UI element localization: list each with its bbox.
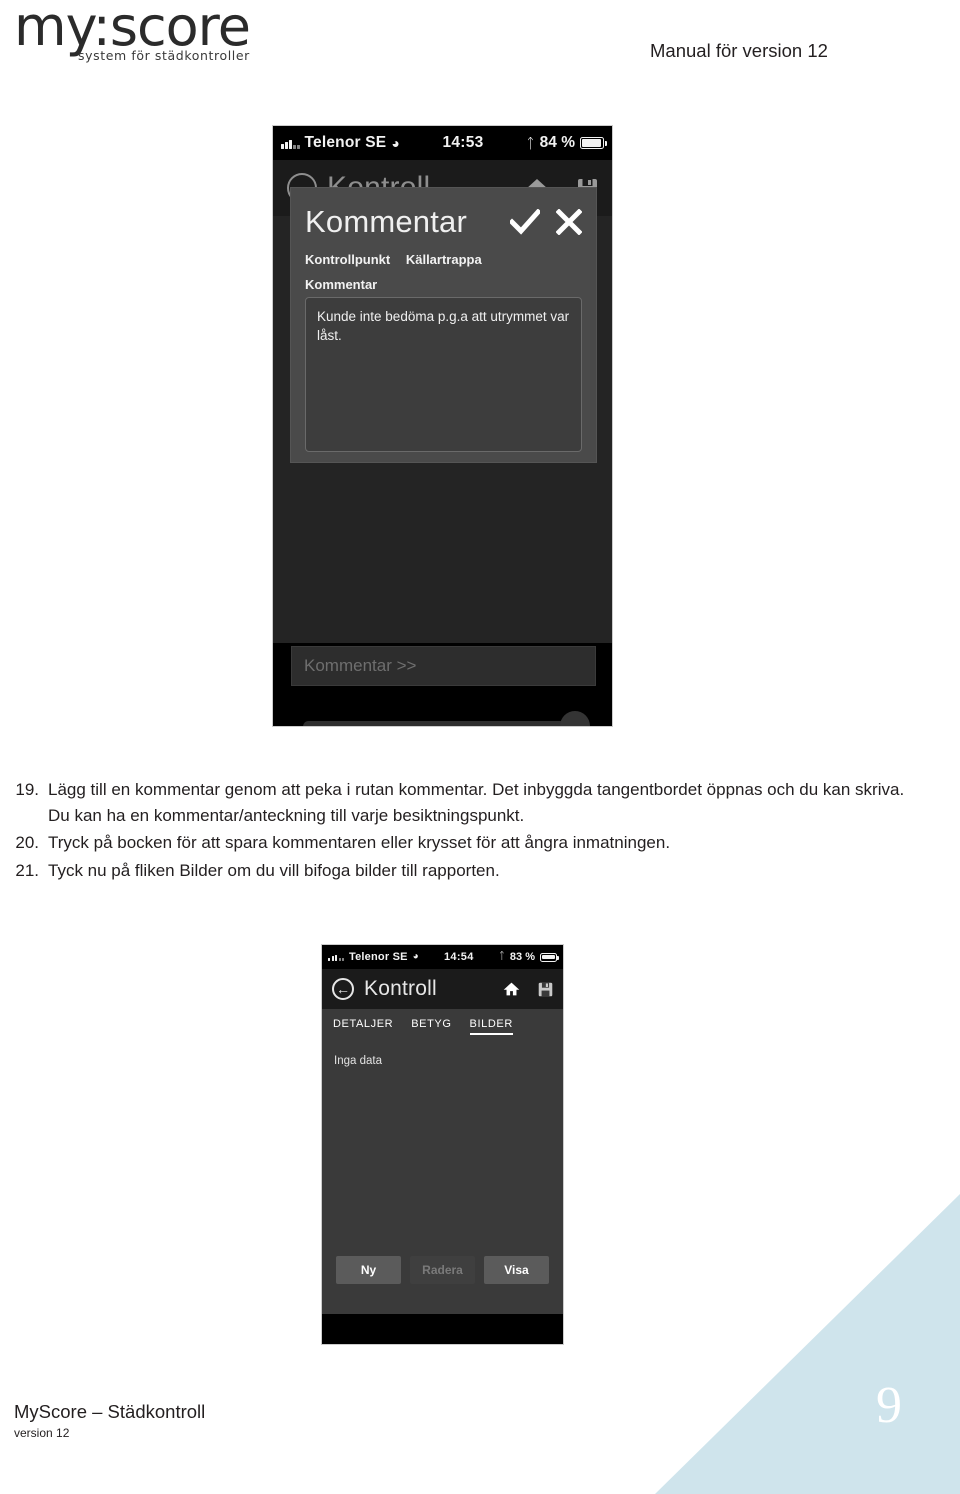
phone1-status-left: Telenor SE ◕ (281, 134, 400, 152)
comment-modal-title: Kommentar (305, 204, 468, 239)
kontrollpunkt-label: Kontrollpunkt (305, 252, 391, 267)
instruction-number: 20. (15, 833, 39, 852)
instruction-number: 21. (15, 860, 39, 880)
phone1-status-right: ᛏ 84 % (526, 134, 607, 152)
document-header: my:score system för städkontroller Manua… (0, 0, 960, 96)
kontrollpunkt-value: Källartrappa (405, 252, 482, 267)
checkmark-icon[interactable] (510, 209, 540, 235)
slider-knob[interactable] (560, 711, 590, 726)
phone1-slider[interactable] (291, 706, 596, 726)
phone1-status-bar: Telenor SE ◕ 14:53 ᛏ 84 % (273, 126, 612, 160)
tab-detaljer[interactable]: DETALJER (333, 1018, 393, 1035)
save-disk-icon[interactable] (538, 982, 553, 997)
instruction-number: 19. (15, 780, 39, 799)
instruction-item: 19. Lägg till en kommentar genom att pek… (14, 777, 919, 828)
footer-product-name: MyScore – Städkontroll (14, 1401, 206, 1422)
phone2-status-right: ᛏ 83 % (498, 951, 559, 963)
phone2-button-row: Ny Radera Visa (322, 1256, 563, 1284)
home-icon[interactable] (503, 981, 520, 997)
phone2-nav-title: Kontroll (364, 977, 437, 1000)
comment-modal: Kommentar Kontrollpunkt Källartrappa Kom… (291, 188, 596, 462)
bluetooth-icon: ᛏ (498, 951, 505, 962)
document-footer: MyScore – Städkontroll version 12 (14, 1401, 205, 1440)
instruction-list: 19. Lägg till en kommentar genom att pek… (14, 777, 919, 885)
ny-button[interactable]: Ny (336, 1256, 401, 1284)
instruction-item: 21. Tyck nu på fliken Bilder om du vill … (14, 858, 919, 884)
clock-label: 14:53 (442, 134, 484, 151)
phone2-status-bar: Telenor SE ◕ 14:54 ᛏ 83 % (322, 945, 563, 969)
carrier-label: Telenor SE (304, 134, 387, 151)
phone2-bottom-area (322, 1314, 563, 1344)
signal-strength-icon (328, 953, 344, 961)
phone-screenshot-images-tab: Telenor SE ◕ 14:54 ᛏ 83 % ← Kontroll DET… (321, 944, 564, 1345)
phone2-nav-bar: ← Kontroll (322, 969, 563, 1009)
visa-button[interactable]: Visa (484, 1256, 549, 1284)
bluetooth-icon: ᛏ (526, 135, 535, 151)
comment-modal-actions (510, 209, 582, 235)
corner-triangle-decoration (655, 1194, 960, 1494)
comment-modal-header: Kommentar (305, 204, 582, 240)
radera-button[interactable]: Radera (410, 1256, 475, 1284)
tab-betyg[interactable]: BETYG (411, 1018, 451, 1035)
header-manual-title: Manual för version 12 (650, 40, 828, 61)
slider-track[interactable] (303, 720, 568, 726)
battery-percent-label: 84 % (539, 134, 575, 151)
logo-tagline: system för städkontroller (78, 48, 250, 63)
kommentar-textarea[interactable]: Kunde inte bedöma p.g.a att utrymmet var… (305, 297, 582, 452)
page-number: 9 (876, 1377, 902, 1434)
instruction-text: Lägg till en kommentar genom att peka i … (48, 780, 905, 825)
empty-state-label: Inga data (334, 1055, 382, 1067)
instruction-text: Tyck nu på fliken Bilder om du vill bifo… (48, 860, 500, 880)
battery-percent-label: 83 % (509, 951, 535, 963)
logo-wordmark: my:score (14, 0, 251, 58)
document-page: 9 my:score system för städkontroller Man… (0, 0, 960, 1494)
phone2-content-area: Inga data Ny Radera Visa (322, 1041, 563, 1314)
phone-screenshot-comment-dialog: Telenor SE ◕ 14:53 ᛏ 84 % ← Kontroll (272, 125, 613, 727)
tab-bilder[interactable]: BILDER (469, 1018, 513, 1035)
kontrollpunkt-row: Kontrollpunkt Källartrappa (305, 252, 582, 267)
instruction-item: 20. Tryck på bocken för att spara kommen… (14, 830, 919, 856)
wifi-icon: ◕ (391, 135, 400, 151)
back-arrow-icon[interactable]: ← (332, 978, 354, 1000)
close-x-icon[interactable] (556, 209, 582, 235)
myscore-logo: my:score system för städkontroller (14, 0, 272, 64)
phone2-tab-bar: DETALJER BETYG BILDER (322, 1009, 563, 1041)
kommentar-field-label: Kommentar (305, 277, 378, 292)
kommentar-more-row[interactable]: Kommentar >> (291, 646, 596, 686)
signal-strength-icon (281, 138, 300, 149)
battery-icon (540, 952, 559, 962)
phone2-status-left: Telenor SE ◕ (328, 951, 419, 963)
clock-label: 14:54 (443, 951, 474, 963)
battery-icon (580, 137, 607, 149)
carrier-label: Telenor SE (349, 951, 408, 963)
phone1-dimmed-body: Kommentar Kontrollpunkt Källartrappa Kom… (273, 188, 612, 726)
footer-version: version 12 (14, 1426, 70, 1440)
instruction-text: Tryck på bocken för att spara kommentare… (48, 833, 671, 852)
